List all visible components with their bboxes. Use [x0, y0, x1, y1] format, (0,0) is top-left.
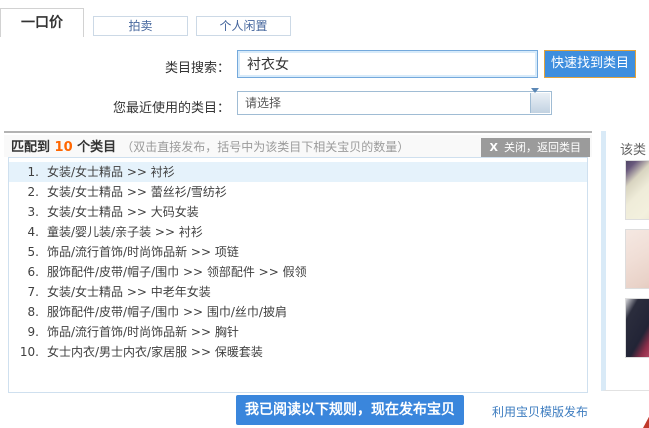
item-number: 10. — [9, 342, 47, 362]
item-number: 5. — [9, 242, 47, 262]
category-list-item[interactable]: 5. 饰品/流行首饰/时尚饰品新 >> 项链 — [9, 242, 587, 262]
match-count-prefix: 匹配到 — [11, 140, 55, 155]
red-corner-mark — [643, 413, 649, 428]
recent-category-select[interactable]: 请选择 — [237, 91, 552, 115]
category-list-item[interactable]: 10. 女士内衣/男士内衣/家居服 >> 保暖套装 — [9, 342, 587, 362]
category-search-label: 类目搜索： — [80, 57, 230, 76]
close-button-label: 关闭，返回类目 — [504, 141, 581, 154]
tab-fixed-price[interactable]: 一口价 — [0, 8, 84, 37]
publish-now-button[interactable]: 我已阅读以下规则，现在发布宝贝 — [236, 395, 464, 425]
item-text: 服饰配件/皮带/帽子/围巾 >> 领部配件 >> 假领 — [47, 262, 307, 282]
tab-auction[interactable]: 拍卖 — [93, 16, 188, 36]
match-count: 10 — [55, 140, 73, 155]
item-text: 饰品/流行首饰/时尚饰品新 >> 胸针 — [47, 322, 239, 342]
category-list-item[interactable]: 9. 饰品/流行首饰/时尚饰品新 >> 胸针 — [9, 322, 587, 342]
category-search-input[interactable] — [237, 50, 538, 78]
item-number: 3. — [9, 202, 47, 222]
item-text: 服饰配件/皮带/帽子/围巾 >> 围巾/丝巾/披肩 — [47, 302, 287, 322]
category-list-item[interactable]: 6. 服饰配件/皮带/帽子/围巾 >> 领部配件 >> 假领 — [9, 262, 587, 282]
item-number: 7. — [9, 282, 47, 302]
quick-find-category-button[interactable]: 快速找到类目 — [544, 50, 636, 78]
select-dropdown-button[interactable] — [530, 93, 550, 113]
item-number: 2. — [9, 182, 47, 202]
item-text: 饰品/流行首饰/时尚饰品新 >> 项链 — [47, 242, 239, 262]
sidebar-title: 该类 — [620, 139, 646, 158]
item-number: 1. — [9, 162, 47, 182]
item-text: 女装/女士精品 >> 蕾丝衫/雪纺衫 — [47, 182, 227, 202]
close-icon: X — [490, 141, 498, 154]
recent-category-selected-value: 请选择 — [238, 92, 551, 114]
match-count-suffix: 个类目 — [73, 140, 117, 155]
publish-item-page: 一口价 拍卖 个人闲置 类目搜索： 快速找到类目 您最近使用的类目： 请选择 匹… — [0, 0, 649, 428]
match-panel-header: 匹配到 10 个类目 （双击直接发布，括号中为该类目下相关宝贝的数量） X 关闭，… — [4, 135, 592, 157]
product-thumbnail-jewelry[interactable] — [625, 229, 649, 289]
item-number: 6. — [9, 262, 47, 282]
item-text: 女装/女士精品 >> 中老年女装 — [47, 282, 211, 302]
category-list-item[interactable]: 7. 女装/女士精品 >> 中老年女装 — [9, 282, 587, 302]
recent-category-label: 您最近使用的类目： — [50, 97, 230, 116]
matched-categories-panel: 匹配到 10 个类目 （双击直接发布，括号中为该类目下相关宝贝的数量） X 关闭，… — [4, 131, 592, 392]
category-list-item[interactable]: 8. 服饰配件/皮带/帽子/围巾 >> 围巾/丝巾/披肩 — [9, 302, 587, 322]
close-return-category-button[interactable]: X 关闭，返回类目 — [481, 138, 590, 157]
category-list-item[interactable]: 4. 童装/婴儿装/亲子装 >> 衬衫 — [9, 222, 587, 242]
category-list-item[interactable]: 2. 女装/女士精品 >> 蕾丝衫/雪纺衫 — [9, 182, 587, 202]
item-text: 女装/女士精品 >> 大码女装 — [47, 202, 199, 222]
item-number: 8. — [9, 302, 47, 322]
product-thumbnail-shirt[interactable] — [625, 160, 649, 220]
category-list-item[interactable]: 1. 女装/女士精品 >> 衬衫 — [9, 162, 587, 182]
item-number: 9. — [9, 322, 47, 342]
item-text: 女装/女士精品 >> 衬衫 — [47, 162, 175, 182]
chevron-down-icon — [531, 88, 539, 112]
item-text: 女士内衣/男士内衣/家居服 >> 保暖套装 — [47, 342, 263, 362]
publish-with-template-link[interactable]: 利用宝贝模版发布 — [492, 403, 588, 420]
item-text: 童装/婴儿装/亲子装 >> 衬衫 — [47, 222, 203, 242]
category-list-item[interactable]: 3. 女装/女士精品 >> 大码女装 — [9, 202, 587, 222]
match-panel-hint: （双击直接发布，括号中为该类目下相关宝贝的数量） — [121, 140, 409, 154]
product-thumbnail-lace[interactable] — [625, 298, 649, 358]
tab-personal-idle[interactable]: 个人闲置 — [196, 16, 291, 36]
item-number: 4. — [9, 222, 47, 242]
matched-category-list: 1. 女装/女士精品 >> 衬衫 2. 女装/女士精品 >> 蕾丝衫/雪纺衫 3… — [8, 157, 588, 393]
